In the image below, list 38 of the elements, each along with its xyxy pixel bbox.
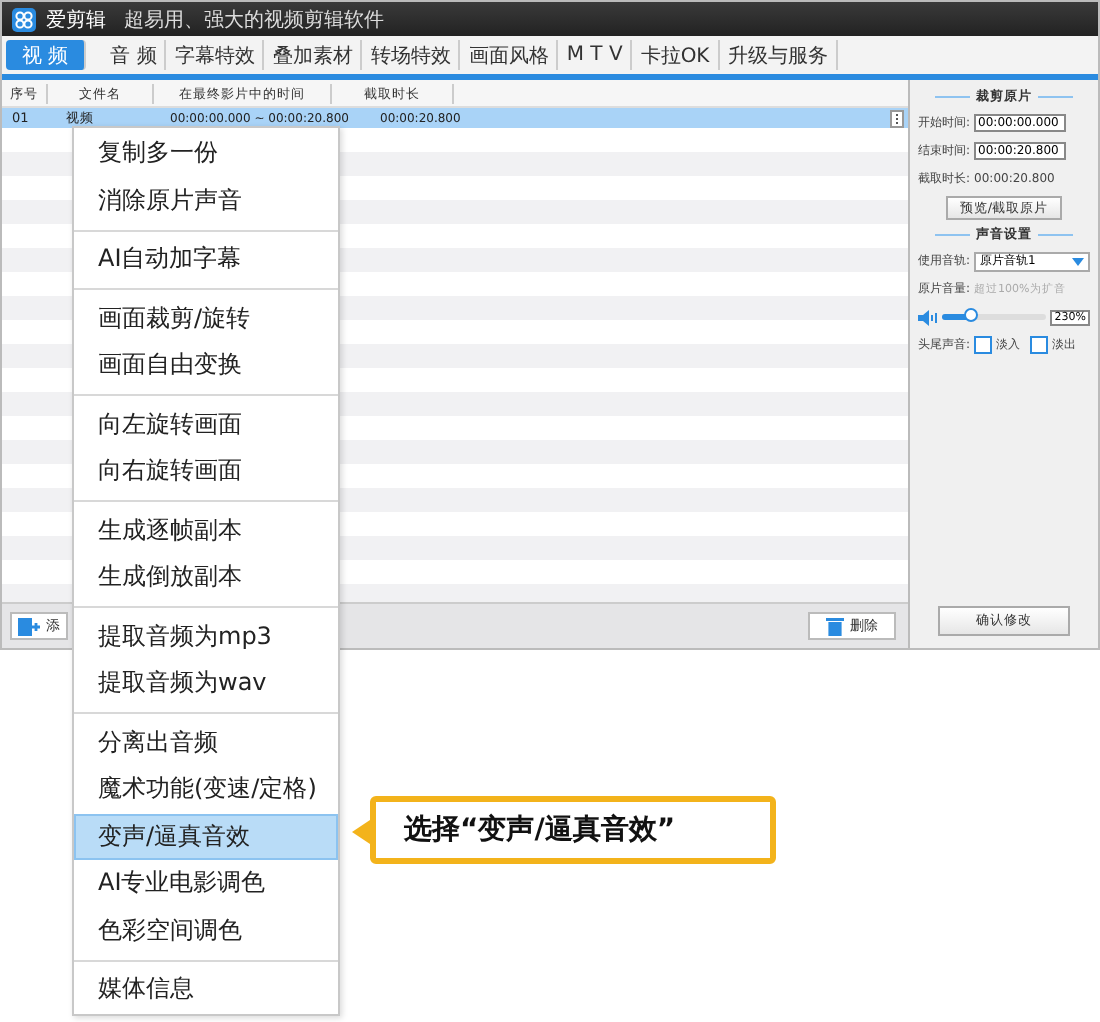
trash-icon (826, 616, 844, 636)
menu-item[interactable]: 向左旋转画面 (74, 401, 338, 448)
menu-item[interactable]: 分离出音频 (74, 719, 338, 766)
tab[interactable]: 卡拉OK (632, 40, 720, 70)
menu-item[interactable]: 生成逐帧副本 (74, 507, 338, 554)
tab[interactable]: 字幕特效 (166, 40, 265, 70)
menu-item[interactable]: 变声/逼真音效 (74, 813, 338, 860)
menu-item[interactable]: 复制多一份 (74, 130, 338, 177)
app-subtitle: 超易用、强大的视频剪辑软件 (124, 7, 384, 33)
menu-item[interactable]: 魔术功能(变速/定格) (74, 766, 338, 813)
tab[interactable]: 升级与服务 (719, 40, 838, 70)
tab[interactable]: 叠加素材 (264, 40, 363, 70)
menu-item[interactable]: 画面裁剪/旋转 (74, 295, 338, 342)
app-title: 爱剪辑 (46, 7, 106, 33)
menu-item[interactable]: 提取音频为wav (74, 660, 338, 707)
tab[interactable]: 音 频 (102, 40, 167, 70)
menu-item[interactable]: 向右旋转画面 (74, 448, 338, 495)
add-files-icon (18, 617, 40, 635)
tab[interactable]: 画面风格 (460, 40, 559, 70)
menu-item[interactable]: 媒体信息 (74, 966, 338, 1013)
menu-item[interactable]: 色彩空间调色 (74, 907, 338, 954)
checkbox[interactable] (1030, 336, 1049, 354)
dropdown-arrow-icon (1072, 257, 1084, 265)
checkbox[interactable] (974, 336, 993, 354)
menu-item[interactable]: 提取音频为mp3 (74, 613, 338, 660)
menu-item[interactable]: AI自动加字幕 (74, 236, 338, 283)
menu-item[interactable]: 消除原片声音 (74, 177, 338, 224)
menu-item[interactable]: 画面自由变换 (74, 342, 338, 389)
speaker-icon (918, 309, 938, 325)
menu-item[interactable]: 生成倒放副本 (74, 554, 338, 601)
more-icon[interactable] (890, 110, 904, 128)
menu-item[interactable]: AI专业电影调色 (74, 860, 338, 907)
callout-text: 选择“变声/逼真音效” (404, 812, 676, 848)
volume-slider[interactable] (942, 314, 1047, 320)
tab[interactable]: M T V (558, 40, 633, 70)
tab[interactable]: 转场特效 (362, 40, 461, 70)
tab[interactable]: 视 频 (6, 40, 87, 70)
logo-icon (12, 7, 36, 31)
